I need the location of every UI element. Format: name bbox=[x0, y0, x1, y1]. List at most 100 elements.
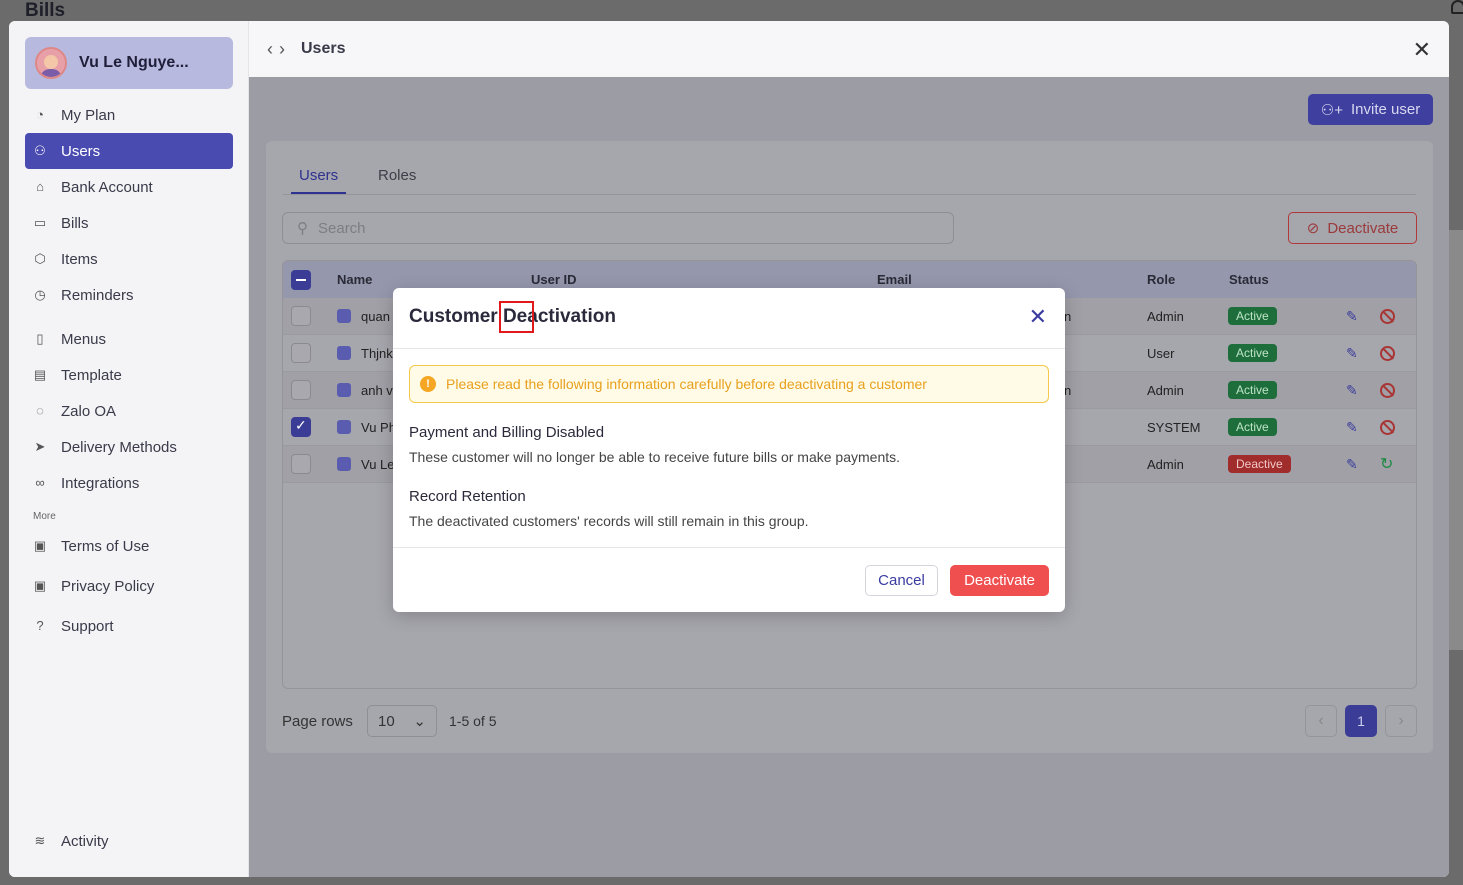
user-role: SYSTEM bbox=[1147, 419, 1201, 435]
ban-icon[interactable] bbox=[1380, 345, 1395, 361]
modal-footer: Cancel Deactivate bbox=[393, 547, 1065, 612]
link-icon: ∞ bbox=[35, 475, 45, 490]
status-badge: Active bbox=[1228, 344, 1277, 362]
sidebar-item-terms-of-use[interactable]: ▣ Terms of Use bbox=[25, 528, 233, 564]
section-title: Record Retention bbox=[409, 488, 526, 505]
warning-text: Please read the following information ca… bbox=[446, 376, 927, 392]
profile-card[interactable]: Vu Le Nguye... bbox=[25, 37, 233, 89]
header-bar: ‹› Users ✕ bbox=[249, 21, 1449, 77]
sidebar-item-privacy-policy[interactable]: ▣ Privacy Policy bbox=[25, 568, 233, 604]
column-header-name: Name bbox=[337, 272, 373, 287]
help-icon: ? bbox=[36, 618, 44, 633]
sidebar-item-bills[interactable]: ▭ Bills bbox=[25, 205, 233, 241]
next-page-button[interactable]: › bbox=[1385, 705, 1417, 737]
tab-roles[interactable]: Roles bbox=[378, 167, 416, 184]
box-icon: ⬡ bbox=[34, 251, 46, 266]
warning-icon: ! bbox=[420, 376, 436, 392]
sidebar-item-menus[interactable]: ▯ Menus bbox=[25, 321, 233, 357]
menu-icon: ▯ bbox=[36, 331, 44, 346]
pagination-range: 1-5 of 5 bbox=[449, 713, 497, 729]
chevron-down-icon: ⌄ bbox=[413, 713, 426, 730]
user-icon bbox=[337, 457, 351, 471]
column-header-role: Role bbox=[1147, 272, 1176, 287]
user-icon bbox=[337, 309, 351, 323]
select-all-checkbox[interactable] bbox=[291, 269, 311, 290]
warning-banner: ! Please read the following information … bbox=[409, 365, 1049, 403]
section-text: These customer will no longer be able to… bbox=[409, 449, 901, 465]
confirm-deactivate-button[interactable]: Deactivate bbox=[950, 565, 1049, 596]
status-badge: Active bbox=[1228, 381, 1277, 399]
sidebar-item-support[interactable]: ? Support bbox=[25, 608, 233, 644]
modal-header: Customer Deactivation ✕ bbox=[393, 288, 1065, 349]
column-header-status: Status bbox=[1229, 272, 1269, 287]
row-checkbox[interactable] bbox=[291, 417, 311, 437]
bank-icon: ⌂ bbox=[36, 179, 44, 194]
sidebar-item-template[interactable]: ▤ Template bbox=[25, 357, 233, 393]
back-forward-arrows-icon[interactable]: ‹› bbox=[267, 39, 291, 60]
sidebar-item-zalo-oa[interactable]: ◌ Zalo OA bbox=[25, 393, 233, 429]
user-email: n bbox=[1064, 382, 1072, 398]
edit-icon[interactable]: ✎ bbox=[1346, 308, 1358, 325]
page-rows-select[interactable]: 10 ⌄ bbox=[367, 705, 437, 737]
row-checkbox[interactable] bbox=[291, 454, 311, 474]
invite-user-button[interactable]: ⚇+ Invite user bbox=[1308, 94, 1433, 125]
search-input[interactable]: ⚲ Search bbox=[282, 212, 954, 244]
page-title: Users bbox=[301, 40, 346, 57]
prev-page-button[interactable]: ‹ bbox=[1305, 705, 1337, 737]
sidebar-item-reminders[interactable]: ◷ Reminders bbox=[25, 277, 233, 313]
more-section-label: More bbox=[33, 511, 56, 522]
row-checkbox[interactable] bbox=[291, 343, 311, 363]
section-text: The deactivated customers' records will … bbox=[409, 513, 809, 529]
sidebar-item-users[interactable]: ⚇ Users bbox=[25, 133, 233, 169]
bell-icon bbox=[1451, 0, 1463, 14]
user-icon bbox=[337, 346, 351, 360]
highlight-box bbox=[499, 301, 534, 333]
profile-name: Vu Le Nguye... bbox=[79, 54, 189, 71]
ban-icon[interactable] bbox=[1380, 308, 1395, 324]
tab-users[interactable]: Users bbox=[291, 167, 347, 194]
edit-icon[interactable]: ✎ bbox=[1346, 345, 1358, 362]
page-button-current[interactable]: 1 bbox=[1345, 705, 1377, 737]
sidebar-item-delivery-methods[interactable]: ➤ Delivery Methods bbox=[25, 429, 233, 465]
user-role: User bbox=[1147, 345, 1175, 361]
user-name: anh v bbox=[361, 382, 393, 398]
alarm-icon: ◷ bbox=[34, 287, 46, 302]
cancel-button[interactable]: Cancel bbox=[865, 565, 938, 596]
sidebar-item-bank-account[interactable]: ⌂ Bank Account bbox=[25, 169, 233, 205]
user-email: n bbox=[1064, 308, 1072, 324]
row-checkbox[interactable] bbox=[291, 306, 311, 326]
clipboard-icon: ▣ bbox=[33, 578, 47, 593]
users-icon: ⚇ bbox=[34, 143, 46, 158]
column-header-email: Email bbox=[877, 272, 912, 287]
background-table-edge bbox=[1449, 230, 1463, 650]
restore-icon[interactable]: ↻ bbox=[1380, 454, 1393, 474]
section-title: Payment and Billing Disabled bbox=[409, 424, 605, 441]
user-role: Admin bbox=[1147, 308, 1184, 324]
row-checkbox[interactable] bbox=[291, 380, 311, 400]
sidebar-item-integrations[interactable]: ∞ Integrations bbox=[25, 465, 233, 501]
sidebar-item-items[interactable]: ⬡ Items bbox=[25, 241, 233, 277]
close-icon[interactable]: ✕ bbox=[1413, 37, 1431, 63]
edit-icon[interactable]: ✎ bbox=[1346, 382, 1358, 399]
column-header-user-id: User ID bbox=[531, 272, 577, 287]
ban-icon[interactable] bbox=[1380, 382, 1395, 398]
user-role: Admin bbox=[1147, 382, 1184, 398]
layers-icon: ≋ bbox=[34, 833, 46, 848]
close-icon[interactable]: ✕ bbox=[1029, 306, 1047, 328]
search-icon: ⚲ bbox=[297, 220, 308, 237]
bill-icon: ▭ bbox=[33, 215, 47, 230]
ban-icon[interactable] bbox=[1380, 419, 1395, 435]
clipboard-icon: ▣ bbox=[33, 538, 47, 553]
status-badge: Active bbox=[1228, 418, 1277, 436]
send-icon: ➤ bbox=[34, 439, 46, 454]
status-badge: Active bbox=[1228, 307, 1277, 325]
tab-bar: Users Roles bbox=[283, 161, 1416, 195]
sidebar-item-activity[interactable]: ≋ Activity bbox=[25, 823, 233, 859]
template-icon: ▤ bbox=[33, 367, 47, 382]
edit-icon[interactable]: ✎ bbox=[1346, 419, 1358, 436]
user-role: Admin bbox=[1147, 456, 1184, 472]
deactivate-button[interactable]: ⊘ Deactivate bbox=[1288, 212, 1417, 244]
edit-icon[interactable]: ✎ bbox=[1346, 456, 1358, 473]
avatar bbox=[35, 47, 67, 79]
sidebar-item-my-plan[interactable]: ◔ My Plan bbox=[25, 97, 233, 133]
